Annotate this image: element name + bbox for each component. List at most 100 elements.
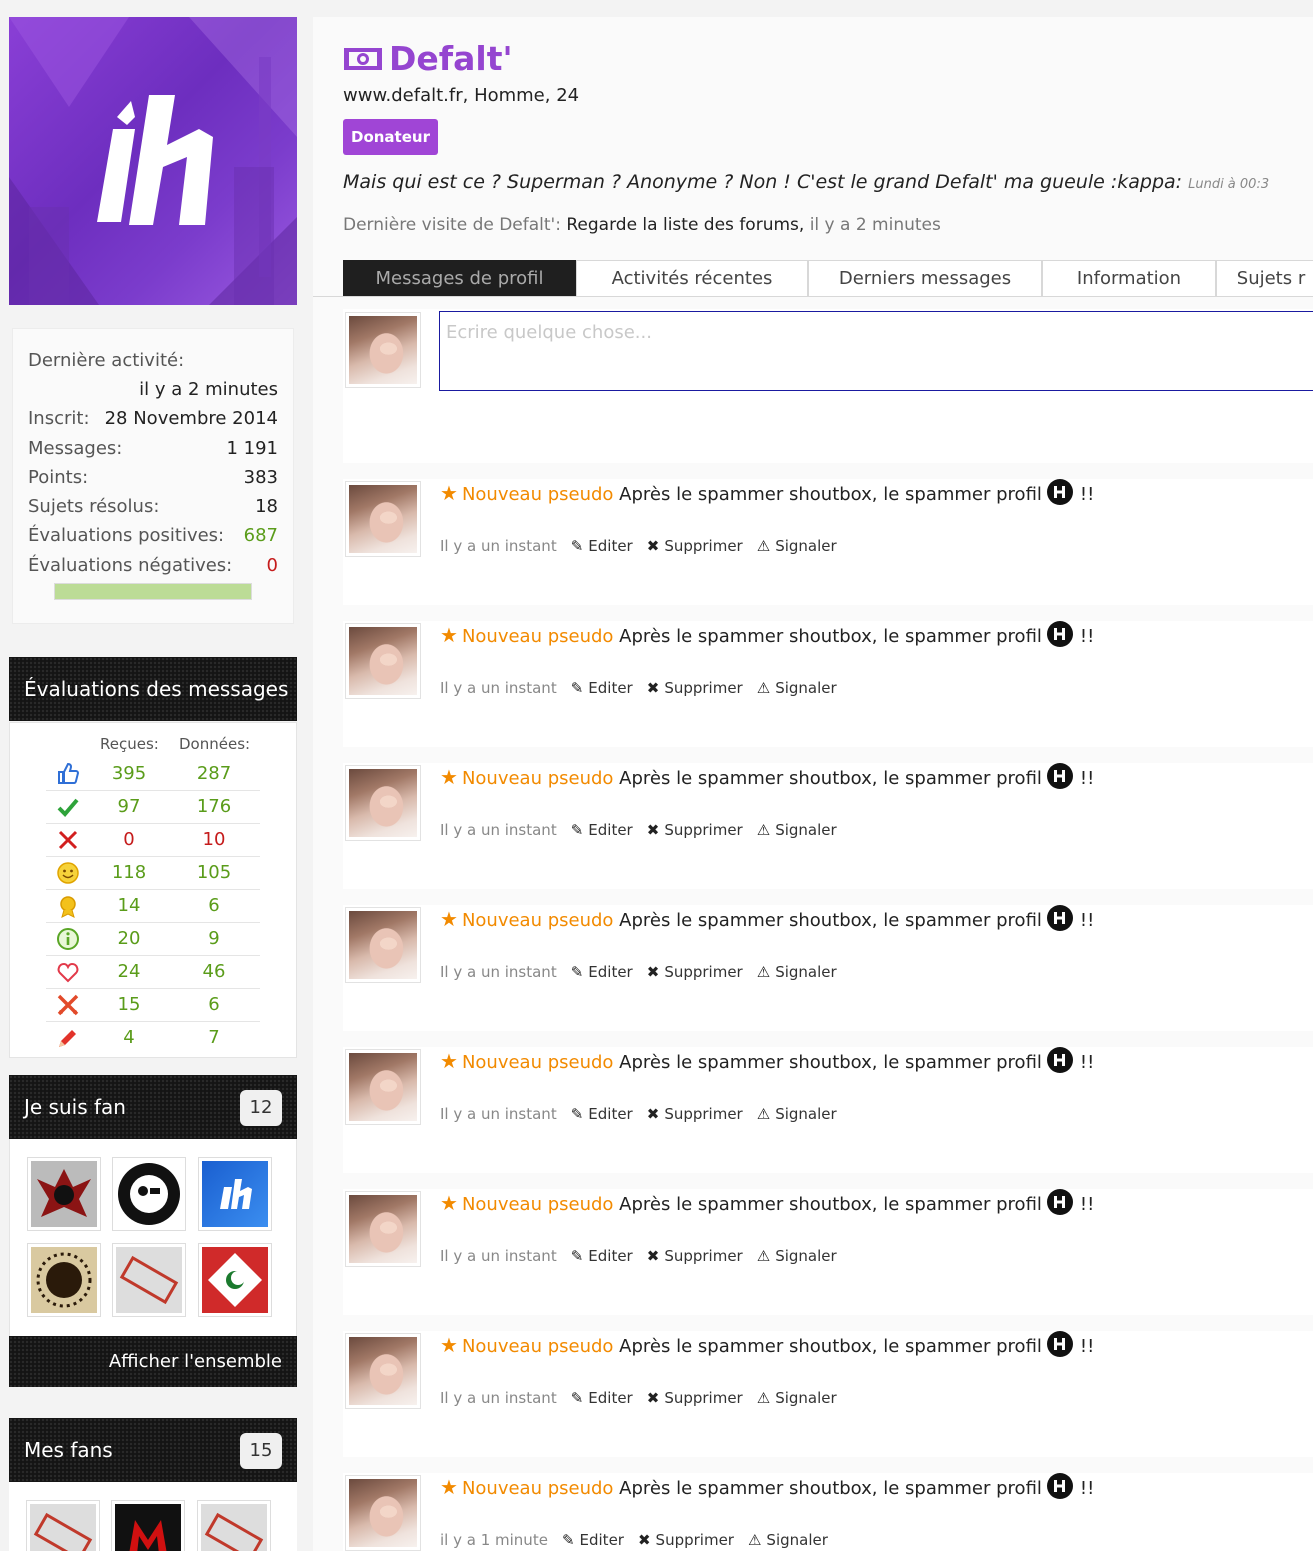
post-author-avatar[interactable] [345,1333,421,1409]
post-content: ★ Nouveau pseudo Après le spammer shoutbo… [440,621,1094,651]
fan-of-grid [9,1139,297,1336]
profile-post-input[interactable] [440,312,1313,353]
edit-button[interactable]: ✎ Editer [571,1105,633,1123]
edit-button[interactable]: ✎ Editer [571,1247,633,1265]
post-time[interactable]: Il y a un instant [440,1389,557,1407]
report-button[interactable]: ⚠ Signaler [757,1247,837,1265]
post-time[interactable]: Il y a un instant [440,1247,557,1265]
post-author[interactable]: Nouveau pseudo [462,1052,614,1073]
show-all-button[interactable]: Afficher l'ensemble [9,1336,297,1387]
fan-tile[interactable] [112,1157,186,1231]
my-fans-grid [9,1482,297,1551]
post-author-avatar[interactable] [345,1475,421,1551]
report-button[interactable]: ⚠ Signaler [757,1389,837,1407]
post-time[interactable]: Il y a un instant [440,1105,557,1123]
given-count: 46 [202,961,226,982]
profile-avatar[interactable] [9,17,297,305]
delete-button[interactable]: ✖ Supprimer [647,1247,743,1265]
tab-profile-posts[interactable]: Messages de profil [343,260,576,296]
last-activity-label: Dernière activité: [28,350,185,371]
received-count: 97 [117,796,141,817]
fan-tile[interactable] [26,1500,100,1551]
award-icon [56,894,80,918]
post-time[interactable]: il y a 1 minute [440,1531,548,1549]
warning-icon: ⚠ [756,821,771,839]
report-button[interactable]: ⚠ Signaler [757,1105,837,1123]
star-icon: ★ [440,1333,458,1357]
delete-button[interactable]: ✖ Supprimer [647,1389,743,1407]
pencil-icon: ✎ [570,1247,584,1265]
report-button[interactable]: ⚠ Signaler [757,679,837,697]
post-meta: Il y a un instant ✎ Editer ✖ Supprimer ⚠ Signa… [440,821,837,839]
post-author[interactable]: Nouveau pseudo [462,626,614,647]
post-author-avatar[interactable] [345,765,421,841]
edit-button[interactable]: ✎ Editer [562,1531,624,1549]
post-author[interactable]: Nouveau pseudo [462,1194,614,1215]
tab-topics[interactable]: Sujets r [1216,260,1313,296]
post-author[interactable]: Nouveau pseudo [462,1478,614,1499]
fan-tile[interactable] [197,1500,271,1551]
warning-icon: ⚠ [756,1105,771,1123]
post-author-avatar[interactable] [345,1049,421,1125]
post-author-avatar[interactable] [345,623,421,699]
edit-button[interactable]: ✎ Editer [571,821,633,839]
close-icon: ✖ [646,821,660,839]
stat-positive: Évaluations positives: 687 [28,525,278,546]
tab-information[interactable]: Information [1042,260,1216,296]
user-avatar[interactable] [345,312,421,388]
profile-post: ★ Nouveau pseudo Après le spammer shoutbo… [343,905,1313,1031]
tab-latest-messages[interactable]: Derniers messages [808,260,1042,296]
report-button[interactable]: ⚠ Signaler [757,963,837,981]
report-button[interactable]: ⚠ Signaler [757,821,837,839]
edit-button[interactable]: ✎ Editer [571,963,633,981]
report-button[interactable]: ⚠ Signaler [748,1531,828,1549]
post-author[interactable]: Nouveau pseudo [462,768,614,789]
ih-smiley-icon [1046,1330,1074,1358]
last-visit-link[interactable]: Regarde la liste des forums, [566,215,804,235]
post-text: Après le spammer shoutbox, le spammer pr… [619,1194,1042,1215]
warning-icon: ⚠ [756,679,771,697]
report-button[interactable]: ⚠ Signaler [757,537,837,555]
stat-solved: Sujets résolus: 18 [28,496,278,517]
delete-button[interactable]: ✖ Supprimer [647,537,743,555]
delete-button[interactable]: ✖ Supprimer [647,1105,743,1123]
my-fans-count: 15 [240,1433,282,1469]
fan-tile[interactable] [112,1243,186,1317]
profile-post: ★ Nouveau pseudo Après le spammer shoutbo… [343,1047,1313,1173]
fan-tile[interactable] [198,1243,272,1317]
evaluation-row: 14 6 [46,890,260,923]
post-author-avatar[interactable] [345,481,421,557]
given-count: 9 [208,928,220,949]
given-count: 10 [202,829,226,850]
post-time[interactable]: Il y a un instant [440,679,557,697]
close-icon: ✖ [646,537,660,555]
post-author[interactable]: Nouveau pseudo [462,484,614,505]
tab-recent-activity[interactable]: Activités récentes [576,260,808,296]
delete-button[interactable]: ✖ Supprimer [647,821,743,839]
post-meta: Il y a un instant ✎ Editer ✖ Supprimer ⚠ Signa… [440,537,837,555]
star-icon: ★ [440,1191,458,1215]
fan-tile[interactable] [27,1157,101,1231]
edit-button[interactable]: ✎ Editer [571,679,633,697]
post-author[interactable]: Nouveau pseudo [462,910,614,931]
post-time[interactable]: Il y a un instant [440,537,557,555]
post-time[interactable]: Il y a un instant [440,821,557,839]
fan-tile[interactable] [198,1157,272,1231]
post-author-avatar[interactable] [345,1191,421,1267]
evaluation-row: 97 176 [46,791,260,824]
edit-button[interactable]: ✎ Editer [571,1389,633,1407]
evaluation-row: 118 105 [46,857,260,890]
profile-post-box[interactable] [439,311,1313,391]
delete-button[interactable]: ✖ Supprimer [638,1531,734,1549]
received-count: 24 [117,961,141,982]
post-author[interactable]: Nouveau pseudo [462,1336,614,1357]
received-count: 118 [111,862,147,883]
post-time[interactable]: Il y a un instant [440,963,557,981]
delete-button[interactable]: ✖ Supprimer [647,963,743,981]
fan-tile[interactable] [111,1500,185,1551]
profile-post: ★ Nouveau pseudo Après le spammer shoutbo… [343,763,1313,889]
edit-button[interactable]: ✎ Editer [571,537,633,555]
post-author-avatar[interactable] [345,907,421,983]
fan-tile[interactable] [27,1243,101,1317]
delete-button[interactable]: ✖ Supprimer [647,679,743,697]
